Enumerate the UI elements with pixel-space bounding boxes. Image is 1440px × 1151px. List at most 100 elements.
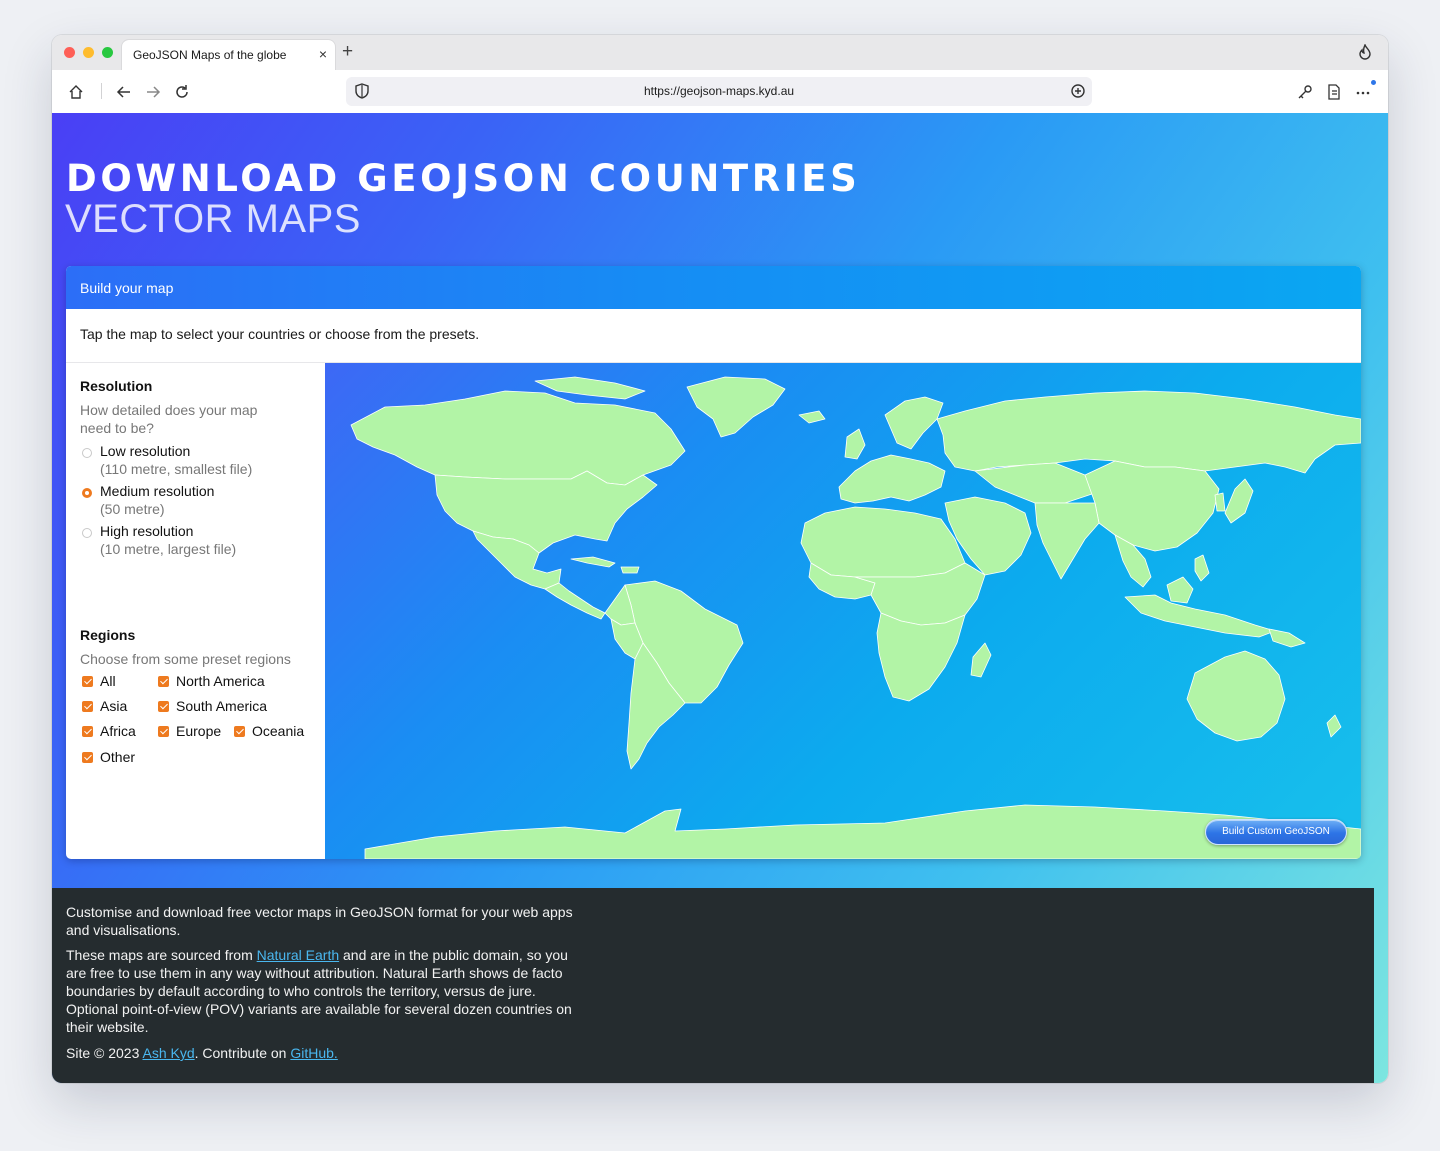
checkbox-label: Other <box>100 749 136 765</box>
reload-icon[interactable] <box>172 82 192 102</box>
radio-hint: (50 metre) <box>100 501 165 517</box>
country-scandinavia[interactable] <box>884 396 944 450</box>
tab-close-icon[interactable]: × <box>319 46 327 62</box>
country-southern-africa[interactable] <box>876 612 966 702</box>
regions-description: Choose from some preset regions <box>80 651 291 667</box>
country-philippines[interactable] <box>1194 554 1210 582</box>
minimize-window-button[interactable] <box>83 47 94 58</box>
footer-source-text: These maps are sourced from <box>66 947 257 963</box>
checkbox[interactable] <box>158 701 169 712</box>
radio-label: Medium resolution <box>100 483 215 499</box>
radio-button[interactable] <box>82 488 92 498</box>
country-borneo[interactable] <box>1166 576 1194 604</box>
country-north-africa[interactable] <box>800 506 966 578</box>
country-canada[interactable] <box>350 390 686 486</box>
close-window-button[interactable] <box>64 47 75 58</box>
tab-bar: GeoJSON Maps of the globe × + <box>52 35 1388 70</box>
tab-title: GeoJSON Maps of the globe <box>133 48 287 62</box>
browser-window: GeoJSON Maps of the globe × + https://ge… <box>52 35 1388 1083</box>
more-menu-icon[interactable] <box>1353 82 1373 102</box>
footer-source: These maps are sourced from Natural Eart… <box>66 946 576 1036</box>
checkbox[interactable] <box>234 726 245 737</box>
footer-copyright: Site © 2023 <box>66 1045 143 1061</box>
radio-low-resolution[interactable]: Low resolution (110 metre, smallest file… <box>80 443 320 483</box>
country-central-america[interactable] <box>544 582 606 620</box>
browser-tab[interactable]: GeoJSON Maps of the globe × <box>122 40 335 70</box>
radio-hint: (10 metre, largest file) <box>100 541 237 557</box>
browser-toolbar: https://geojson-maps.kyd.au <box>52 70 1388 114</box>
footer-contribute-text: . Contribute on <box>194 1045 291 1061</box>
checkbox[interactable] <box>158 676 169 687</box>
checkbox[interactable] <box>158 726 169 737</box>
toolbar-separator <box>101 83 102 99</box>
card-header: Build your map <box>66 266 1361 309</box>
country-china[interactable] <box>1084 460 1220 552</box>
country-indonesia[interactable] <box>1124 594 1276 638</box>
footer-credits: Site © 2023 Ash Kyd. Contribute on GitHu… <box>66 1044 576 1062</box>
checkbox-label: Europe <box>176 723 222 739</box>
window-controls <box>64 47 113 58</box>
country-papua-new-guinea[interactable] <box>1268 628 1306 648</box>
resolution-description: How detailed does your map need to be? <box>80 402 258 436</box>
resolution-title: Resolution <box>80 378 153 394</box>
maximize-window-button[interactable] <box>102 47 113 58</box>
country-hispaniola[interactable] <box>620 566 640 574</box>
country-japan[interactable] <box>1224 478 1254 524</box>
country-iceland[interactable] <box>798 410 826 424</box>
country-korea[interactable] <box>1214 492 1226 512</box>
world-map-svg[interactable] <box>325 363 1361 859</box>
address-bar[interactable]: https://geojson-maps.kyd.au <box>346 77 1092 106</box>
card-intro-text: Tap the map to select your countries or … <box>80 326 480 342</box>
checkbox[interactable] <box>82 726 93 737</box>
checkbox[interactable] <box>82 752 93 763</box>
footer: Customise and download free vector maps … <box>52 888 1374 1083</box>
country-uk-ireland[interactable] <box>844 428 866 460</box>
author-link[interactable]: Ash Kyd <box>142 1045 194 1061</box>
checkbox-label: Asia <box>100 698 128 714</box>
radio-hint: (110 metre, smallest file) <box>100 461 253 477</box>
url-text: https://geojson-maps.kyd.au <box>643 84 795 98</box>
github-link[interactable]: GitHub. <box>290 1045 337 1061</box>
page-subtitle: VECTOR MAPS <box>65 197 361 241</box>
radio-button[interactable] <box>82 528 92 538</box>
checkbox-label: Africa <box>100 723 136 739</box>
checkbox[interactable] <box>82 676 93 687</box>
home-icon[interactable] <box>66 82 86 102</box>
new-tab-button[interactable]: + <box>342 41 353 63</box>
radio-button[interactable] <box>82 448 92 458</box>
radio-label: Low resolution <box>100 443 191 459</box>
country-cuba[interactable] <box>570 556 616 568</box>
card-header-title: Build your map <box>80 280 174 296</box>
country-russia[interactable] <box>936 390 1361 474</box>
world-map[interactable]: Build Custom GeoJSON <box>325 363 1361 859</box>
build-map-card: Build your map Tap the map to select you… <box>66 266 1361 859</box>
notification-dot <box>1371 80 1376 85</box>
page-title: DOWNLOAD GEOJSON COUNTRIES <box>66 157 861 200</box>
back-arrow-icon[interactable] <box>114 82 134 102</box>
forward-arrow-icon[interactable] <box>143 82 163 102</box>
country-australia[interactable] <box>1186 650 1286 742</box>
build-custom-geojson-button[interactable]: Build Custom GeoJSON <box>1205 819 1347 845</box>
country-new-zealand[interactable] <box>1326 714 1342 738</box>
radio-medium-resolution[interactable]: Medium resolution (50 metre) <box>80 483 320 523</box>
flame-icon[interactable] <box>1358 43 1372 65</box>
radio-high-resolution[interactable]: High resolution (10 metre, largest file) <box>80 523 320 563</box>
page-content: DOWNLOAD GEOJSON COUNTRIES VECTOR MAPS B… <box>52 113 1388 1083</box>
natural-earth-link[interactable]: Natural Earth <box>257 947 339 963</box>
checkbox-label: South America <box>176 698 268 714</box>
country-madagascar[interactable] <box>970 642 992 678</box>
checkbox-label: North America <box>176 673 265 689</box>
reader-icon[interactable] <box>1324 82 1344 102</box>
map-controls: Resolution How detailed does your map ne… <box>66 363 325 859</box>
checkbox[interactable] <box>82 701 93 712</box>
add-bookmark-icon[interactable] <box>1068 81 1088 101</box>
country-central-asia[interactable] <box>974 462 1096 504</box>
regions-title: Regions <box>80 627 136 643</box>
key-icon[interactable] <box>1295 82 1315 102</box>
country-greenland[interactable] <box>686 376 786 438</box>
country-western-europe[interactable] <box>838 454 946 504</box>
checkbox-label: Oceania <box>252 723 305 739</box>
country-india[interactable] <box>1034 502 1100 580</box>
radio-label: High resolution <box>100 523 194 539</box>
footer-intro: Customise and download free vector maps … <box>66 904 573 938</box>
